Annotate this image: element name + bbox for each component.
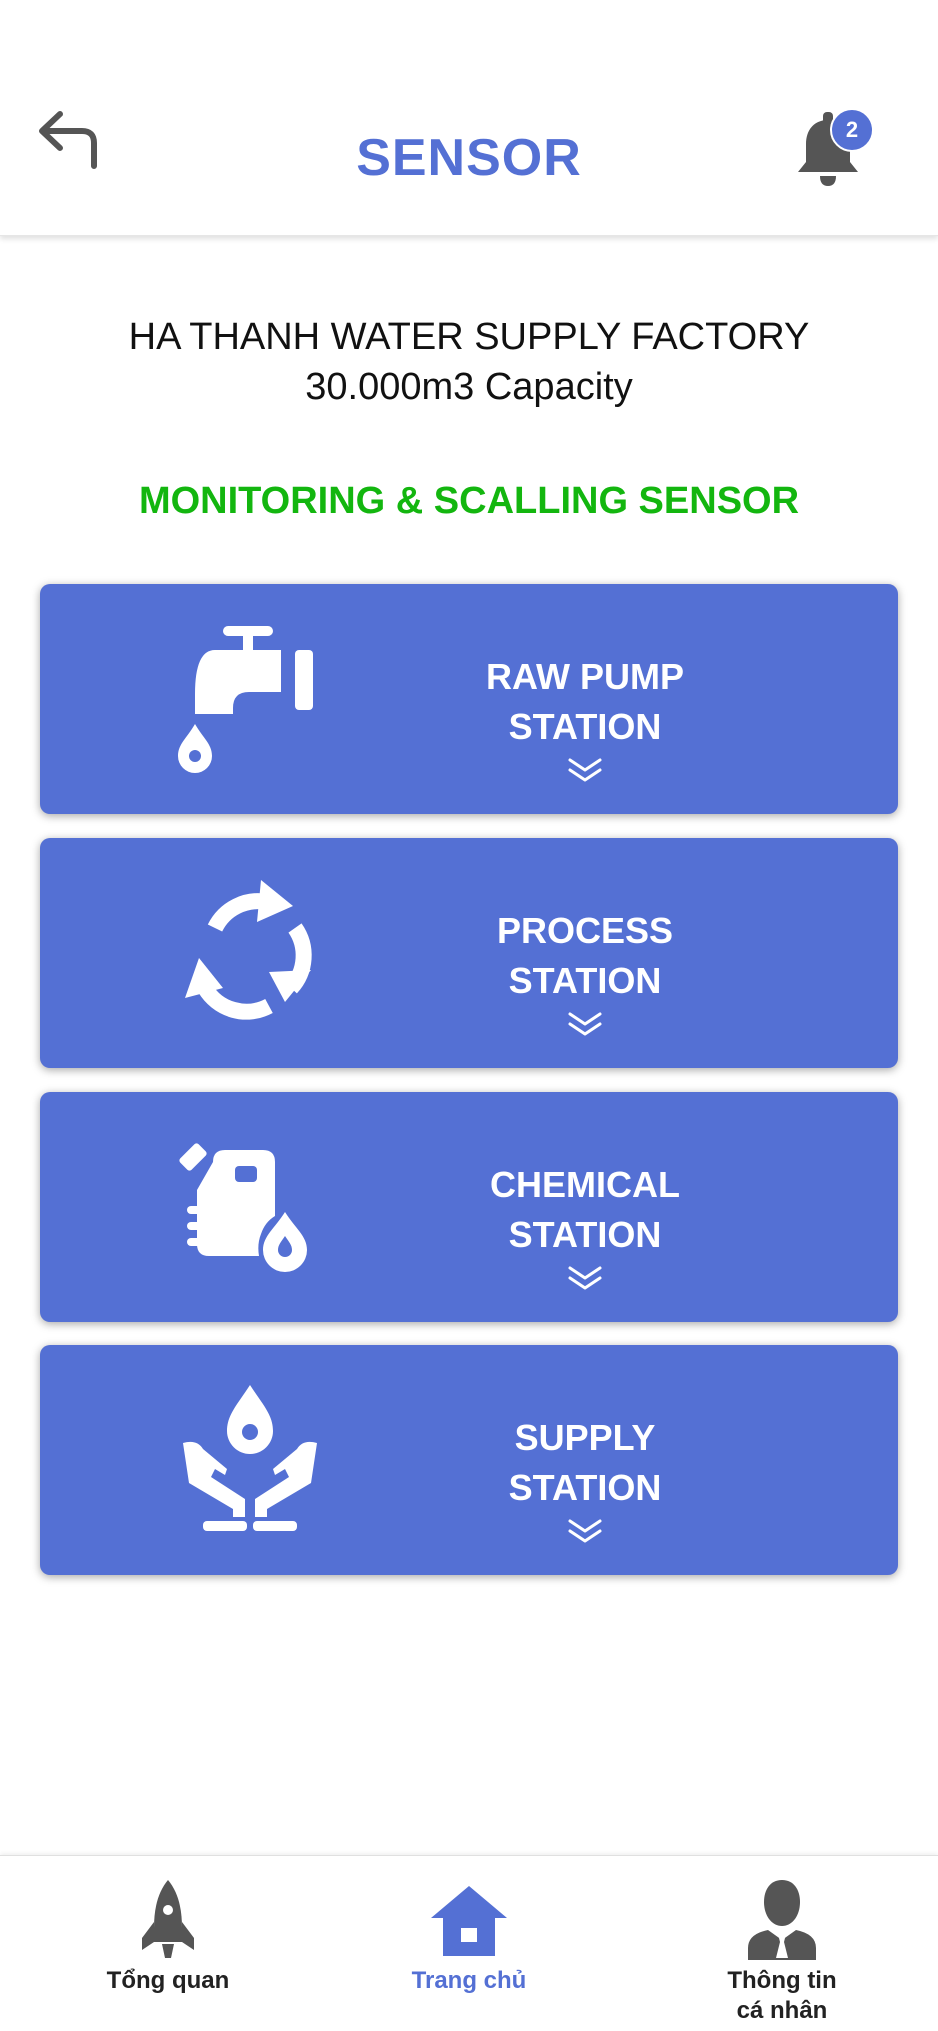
station-title-line2: STATION <box>508 706 662 747</box>
station-title-line2: STATION <box>508 1467 662 1508</box>
nav-thong-tin-ca-nhan[interactable]: Thông tin cá nhân <box>626 1856 938 2031</box>
chemical-can-icon <box>179 1143 307 1272</box>
station-title-line2: STATION <box>508 960 662 1001</box>
process-station-card[interactable]: PROCESS STATION <box>40 838 898 1068</box>
raw-pump-station-card[interactable]: RAW PUMP STATION <box>40 584 898 814</box>
station-title-line2: STATION <box>508 1214 662 1255</box>
chevron-down-icon <box>568 758 602 782</box>
notification-badge: 2 <box>830 108 874 152</box>
chemical-station-card[interactable]: CHEMICAL STATION <box>40 1092 898 1322</box>
supply-station-card[interactable]: SUPPLY STATION <box>40 1345 898 1575</box>
nav-label-line2: cá nhân <box>736 1997 828 2024</box>
rocket-icon <box>142 1880 194 1958</box>
water-tap-icon <box>178 626 313 773</box>
station-title-line1: SUPPLY <box>514 1417 656 1458</box>
factory-name: HA THANH WATER SUPPLY FACTORY <box>128 316 810 358</box>
station-title-line1: PROCESS <box>496 910 674 951</box>
station-title-line1: RAW PUMP <box>486 656 684 697</box>
station-title-line1: CHEMICAL <box>490 1164 680 1205</box>
nav-label: Tổng quan <box>106 1967 230 1994</box>
chevron-down-icon <box>568 1519 602 1543</box>
factory-capacity: 30.000m3 Capacity <box>305 366 633 408</box>
app-header: SENSOR 2 <box>0 0 938 236</box>
section-title: MONITORING & SCALLING SENSOR <box>138 480 800 522</box>
hands-water-drop-icon <box>183 1385 317 1531</box>
nav-label: Trang chủ <box>411 1967 527 1994</box>
home-icon <box>431 1886 507 1956</box>
factory-info: HA THANH WATER SUPPLY FACTORY 30.000m3 C… <box>0 312 938 412</box>
bottom-nav: Tổng quan Trang chủ Thông tin cá nhân <box>0 1855 938 2031</box>
nav-label-line1: Thông tin <box>727 1967 837 1994</box>
chevron-down-icon <box>568 1012 602 1036</box>
chevron-down-icon <box>568 1266 602 1290</box>
nav-trang-chu[interactable]: Trang chủ <box>313 1856 625 2031</box>
nav-tong-quan[interactable]: Tổng quan <box>12 1856 324 2031</box>
recycle-icon <box>185 880 312 1020</box>
user-icon <box>748 1880 816 1960</box>
